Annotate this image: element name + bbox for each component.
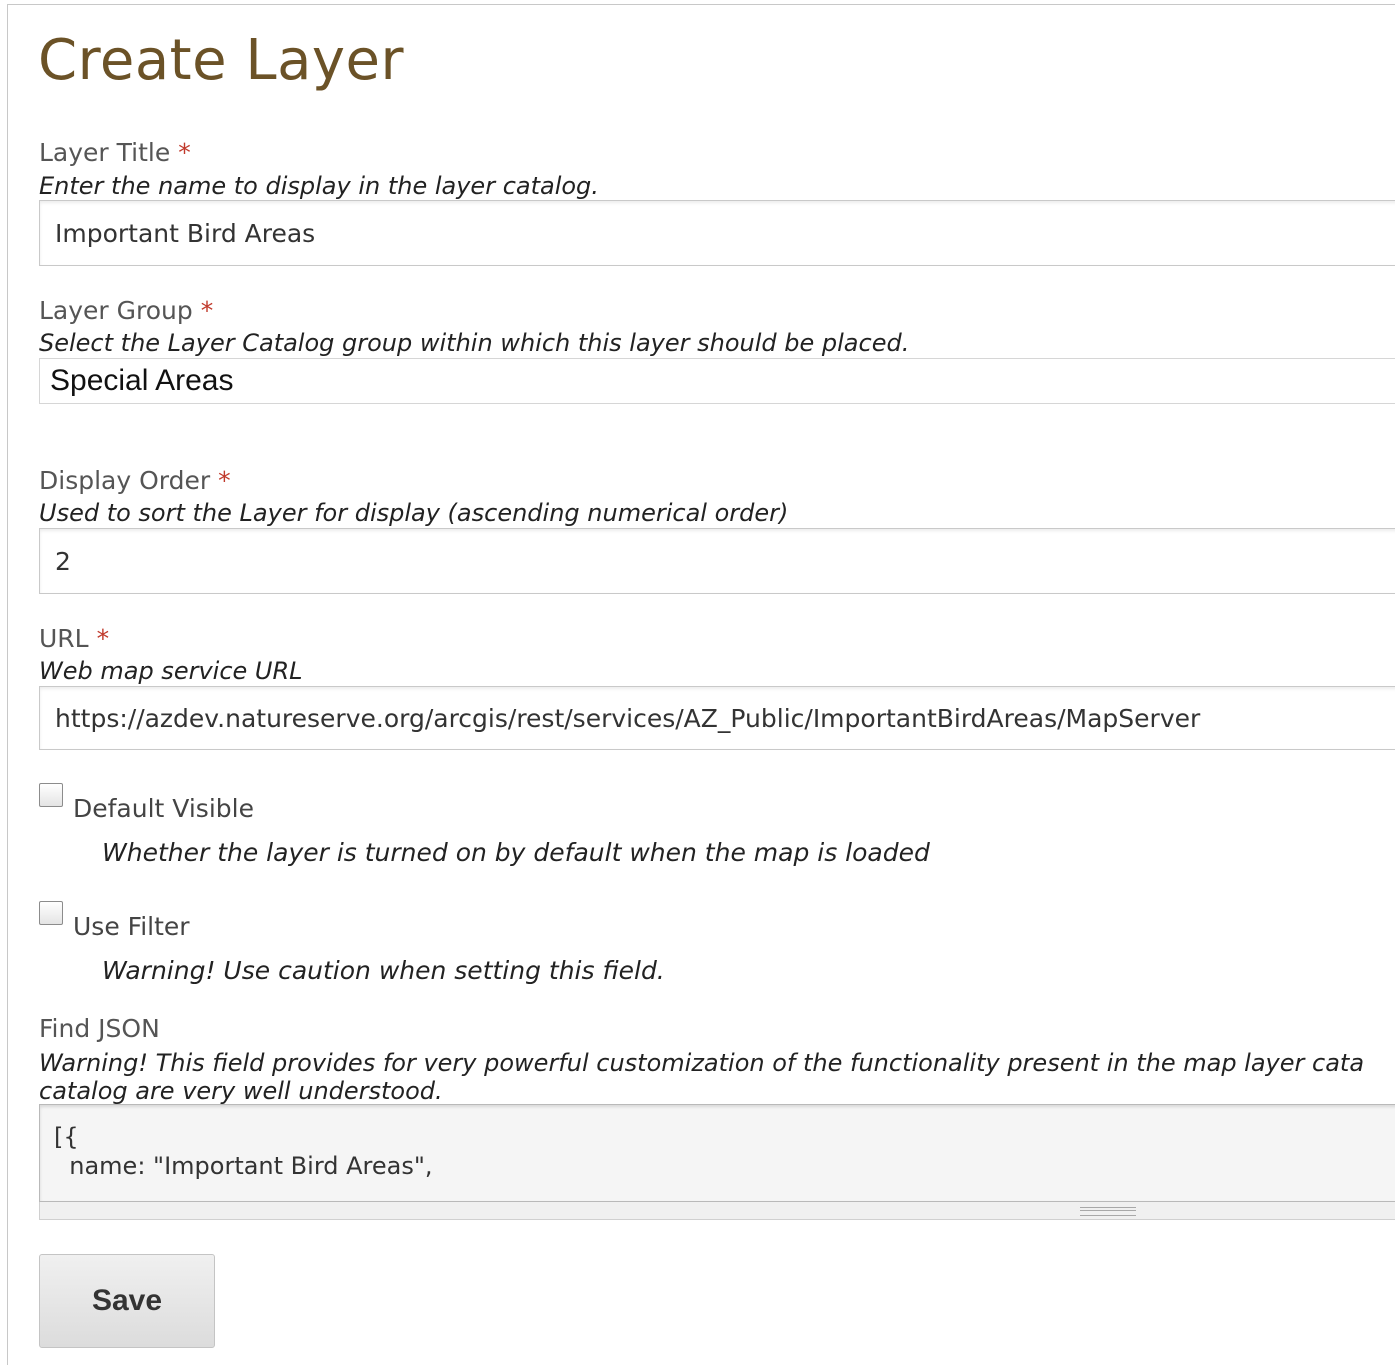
required-marker: * (178, 138, 191, 167)
use-filter-hint: Warning! Use caution when setting this f… (102, 956, 665, 985)
use-filter-checkbox[interactable] (39, 901, 63, 925)
required-marker: * (200, 296, 214, 325)
layer-title-input[interactable]: Important Bird Areas (39, 200, 1395, 266)
use-filter-label: Use Filter (73, 912, 190, 941)
find-json-hint-line1: Warning! This field provides for very po… (39, 1049, 1365, 1077)
textarea-resize-handle[interactable] (39, 1202, 1395, 1220)
layer-title-value: Important Bird Areas (55, 218, 316, 248)
grip-icon[interactable] (1080, 1207, 1136, 1216)
find-json-label: Find JSON (39, 1014, 160, 1043)
find-json-textarea[interactable]: [{ name: "Important Bird Areas", (39, 1104, 1395, 1202)
url-input[interactable]: https://azdev.natureserve.org/arcgis/res… (39, 686, 1395, 750)
url-label: URL * (39, 624, 110, 653)
display-order-value: 2 (55, 546, 71, 576)
layer-title-hint: Enter the name to display in the layer c… (39, 172, 599, 200)
url-hint: Web map service URL (39, 657, 303, 685)
layer-title-label: Layer Title * (39, 138, 191, 167)
required-marker: * (218, 466, 231, 495)
display-order-input[interactable]: 2 (39, 528, 1395, 594)
display-order-hint: Used to sort the Layer for display (asce… (39, 499, 789, 527)
layer-group-label: Layer Group * (39, 296, 214, 325)
display-order-label: Display Order * (39, 466, 231, 495)
default-visible-hint: Whether the layer is turned on by defaul… (102, 838, 930, 867)
layer-group-hint: Select the Layer Catalog group within wh… (39, 329, 910, 357)
page-title: Create Layer (38, 28, 405, 93)
layer-group-selected-value: Special Areas (50, 364, 234, 397)
default-visible-label: Default Visible (73, 794, 254, 823)
required-marker: * (96, 624, 110, 653)
find-json-hint-line2: catalog are very well understood. (39, 1077, 443, 1105)
default-visible-checkbox[interactable] (39, 783, 63, 807)
layer-group-select[interactable]: Special Areas (39, 358, 1395, 404)
save-button[interactable]: Save (39, 1254, 215, 1348)
url-value: https://azdev.natureserve.org/arcgis/res… (55, 703, 1201, 733)
